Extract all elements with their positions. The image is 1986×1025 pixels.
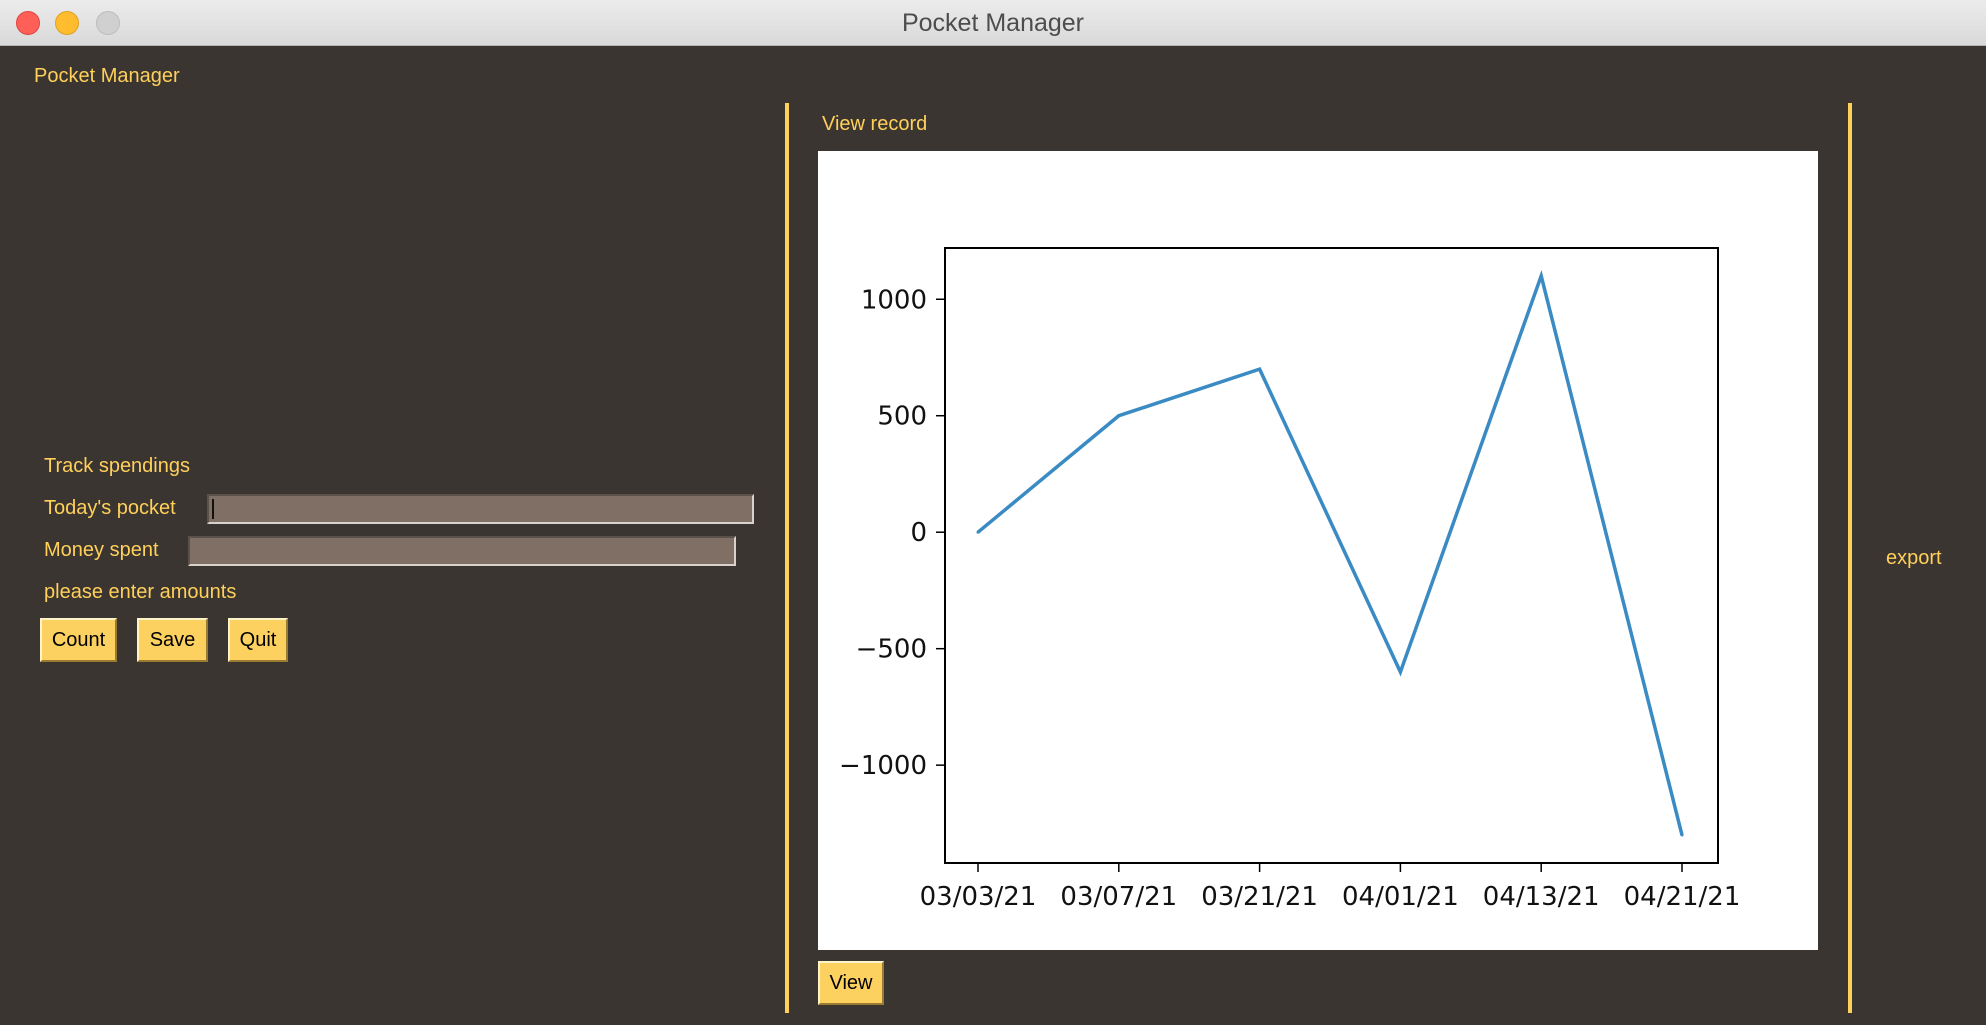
right-divider xyxy=(1848,103,1852,1013)
app-label: Pocket Manager xyxy=(34,65,180,87)
money-spent-label: Money spent xyxy=(44,539,159,561)
x-tick-label: 04/01/21 xyxy=(1342,882,1459,912)
quit-button[interactable]: Quit xyxy=(228,618,288,662)
text-cursor xyxy=(212,499,214,519)
data-point xyxy=(1258,367,1262,371)
count-button[interactable]: Count xyxy=(40,618,117,662)
window-title: Pocket Manager xyxy=(901,9,1085,37)
view-record-heading: View record xyxy=(822,113,928,135)
x-tick-label: 03/21/21 xyxy=(1201,882,1318,912)
save-button[interactable]: Save xyxy=(137,618,208,662)
data-point xyxy=(976,530,980,534)
view-button[interactable]: View xyxy=(818,961,884,1005)
todays-pocket-input[interactable] xyxy=(207,494,754,524)
x-tick-label: 04/21/21 xyxy=(1624,882,1741,912)
x-tick-label: 04/13/21 xyxy=(1483,882,1600,912)
data-point xyxy=(1680,833,1684,837)
data-point xyxy=(1398,670,1402,674)
y-tick-label: −1000 xyxy=(839,751,927,781)
line-chart: 1000 500 0 −500 −1000 03/03/21 03/07/21 03/21/2… xyxy=(839,247,1741,912)
y-tick-label: 1000 xyxy=(861,285,927,315)
status-message: please enter amounts xyxy=(44,581,237,603)
y-tick-label: −500 xyxy=(856,635,927,665)
data-point xyxy=(1117,414,1121,418)
left-divider xyxy=(785,103,789,1013)
plot-frame xyxy=(944,247,1719,864)
money-spent-input[interactable] xyxy=(188,536,736,566)
data-point xyxy=(1539,274,1543,278)
x-tick-label: 03/07/21 xyxy=(1060,882,1177,912)
todays-pocket-label: Today's pocket xyxy=(44,497,176,519)
x-tick-label: 03/03/21 xyxy=(920,882,1037,912)
export-label[interactable]: export xyxy=(1886,547,1942,570)
series-line xyxy=(976,269,1684,836)
title-bar: Pocket Manager xyxy=(0,0,1986,46)
y-tick-label: 0 xyxy=(910,518,927,548)
y-tick-label: 500 xyxy=(877,402,927,432)
track-spendings-heading: Track spendings xyxy=(44,455,190,477)
chart-canvas: 1000 500 0 −500 −1000 03/03/21 03/07/21 03/21/2… xyxy=(818,151,1818,950)
